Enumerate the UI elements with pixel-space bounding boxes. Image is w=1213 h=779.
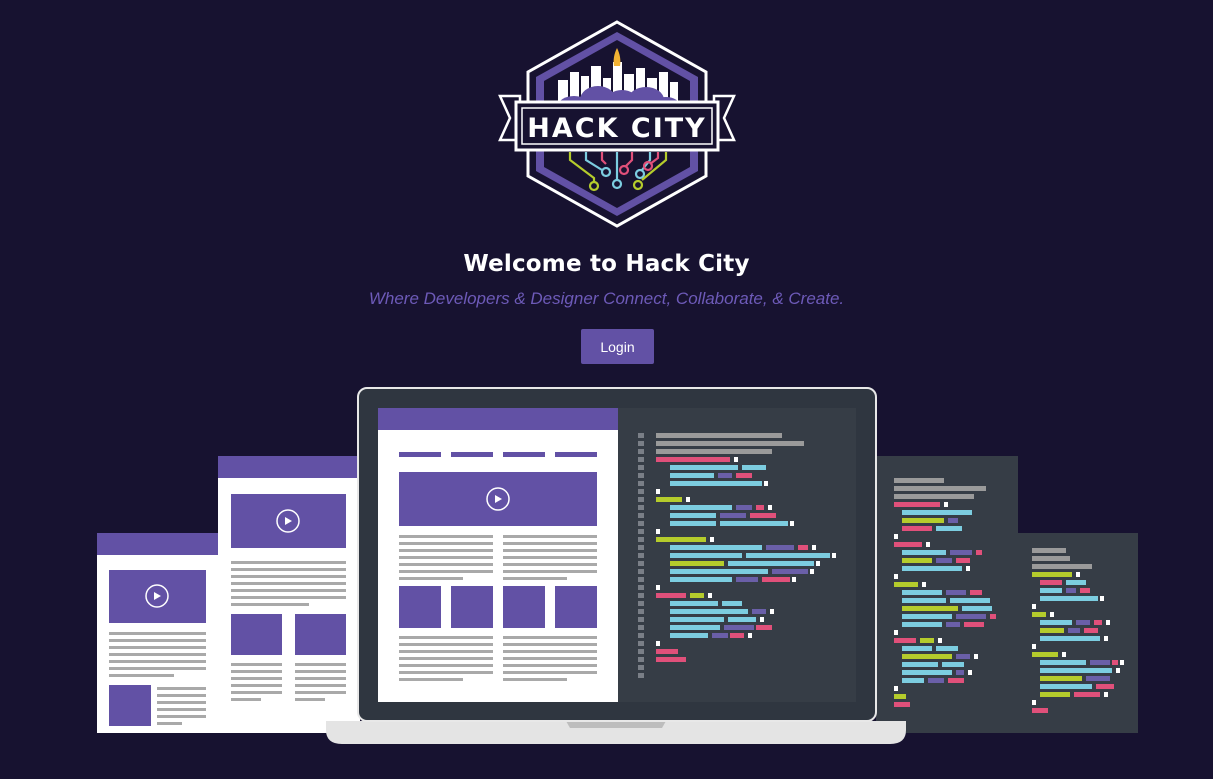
code-panel-right-2: [1018, 533, 1138, 733]
hack-city-logo: HACK CITY: [498, 20, 736, 228]
laptop-mockup: [326, 387, 906, 744]
page-subtitle: Where Developers & Designer Connect, Col…: [368, 289, 845, 308]
code-panel-right-1: [876, 456, 1018, 733]
login-button[interactable]: Login: [581, 329, 654, 364]
devices-illustration: [97, 387, 1138, 744]
logo-text: HACK CITY: [527, 113, 706, 144]
page-title: Welcome to Hack City: [463, 251, 750, 277]
phone-mockup: [97, 533, 218, 733]
tablet-mockup: [218, 456, 360, 733]
